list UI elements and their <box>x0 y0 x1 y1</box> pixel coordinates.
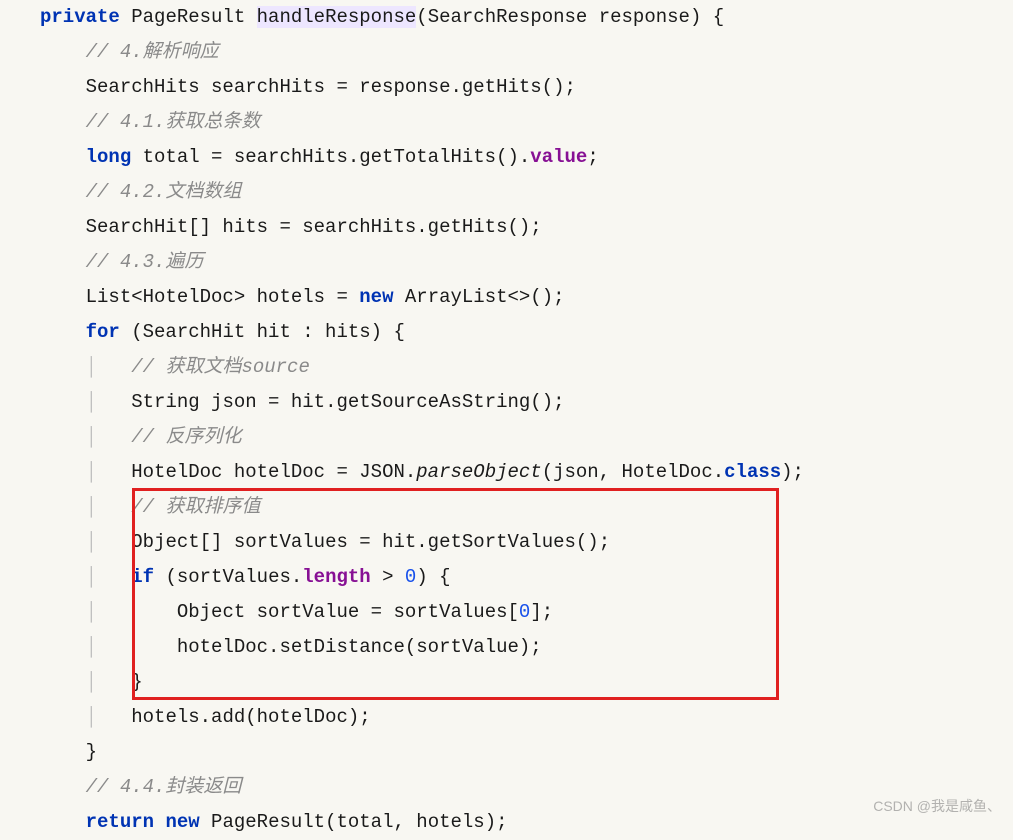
code-text: SearchHit[] hits = searchHits.getHits(); <box>86 216 542 238</box>
code-text: (SearchHit hit : hits) { <box>120 321 405 343</box>
field-value: value <box>530 146 587 168</box>
code-text: String json = hit.getSourceAsString(); <box>131 391 564 413</box>
keyword-class: class <box>724 461 781 483</box>
code-text: hotels.add(hotelDoc); <box>131 706 370 728</box>
keyword-new: new <box>359 286 393 308</box>
code-text: Object[] sortValues = hit.getSortValues(… <box>131 531 610 553</box>
keyword-if: if <box>131 566 154 588</box>
code-text: (sortValues. <box>154 566 302 588</box>
code-block: private PageResult handleResponse(Search… <box>0 0 1013 840</box>
comment: // 反序列化 <box>131 426 241 448</box>
code-text: total = searchHits.getTotalHits(). <box>131 146 530 168</box>
field-length: length <box>302 566 370 588</box>
number-zero: 0 <box>405 566 416 588</box>
code-text: (json, HotelDoc. <box>542 461 724 483</box>
comment: // 4.1.获取总条数 <box>86 111 261 133</box>
code-text: > <box>371 566 405 588</box>
number-zero: 0 <box>519 601 530 623</box>
code-text: ) { <box>416 566 450 588</box>
comment: // 获取排序值 <box>131 496 260 518</box>
semicolon: ; <box>587 146 598 168</box>
code-line: if (sortValues.length > 0) { <box>131 566 450 588</box>
type: PageResult <box>131 6 256 28</box>
code-line: List<HotelDoc> hotels = new ArrayList<>(… <box>86 286 565 308</box>
code-text: ArrayList<>(); <box>393 286 564 308</box>
code-text: List<HotelDoc> hotels = <box>86 286 360 308</box>
keyword-long: long <box>86 146 132 168</box>
code-line: long total = searchHits.getTotalHits().v… <box>86 146 599 168</box>
code-text: SearchHits searchHits = response.getHits… <box>86 76 576 98</box>
code-text: hotelDoc.setDistance(sortValue); <box>177 636 542 658</box>
keyword-private: private <box>40 6 120 28</box>
code-line: private PageResult handleResponse(Search… <box>40 6 724 28</box>
comment: // 4.2.文档数组 <box>86 181 242 203</box>
params: (SearchResponse response) { <box>416 6 724 28</box>
code-text: Object sortValue = sortValues[ <box>177 601 519 623</box>
code-line: Object sortValue = sortValues[0]; <box>177 601 553 623</box>
brace: } <box>131 671 142 693</box>
brace: } <box>86 741 97 763</box>
code-text: ]; <box>530 601 553 623</box>
comment: // 获取文档source <box>131 356 310 378</box>
method-italic: parseObject <box>416 461 541 483</box>
comment: // 4.4.封装返回 <box>86 776 242 798</box>
comment: // 4.解析响应 <box>86 41 219 63</box>
code-line: HotelDoc hotelDoc = JSON.parseObject(jso… <box>131 461 804 483</box>
code-text: ); <box>781 461 804 483</box>
comment: // 4.3.遍历 <box>86 251 204 273</box>
code-text: HotelDoc hotelDoc = JSON. <box>131 461 416 483</box>
code-line: for (SearchHit hit : hits) { <box>86 321 405 343</box>
method-name-highlight: handleResponse <box>257 6 417 28</box>
keyword-for: for <box>86 321 120 343</box>
